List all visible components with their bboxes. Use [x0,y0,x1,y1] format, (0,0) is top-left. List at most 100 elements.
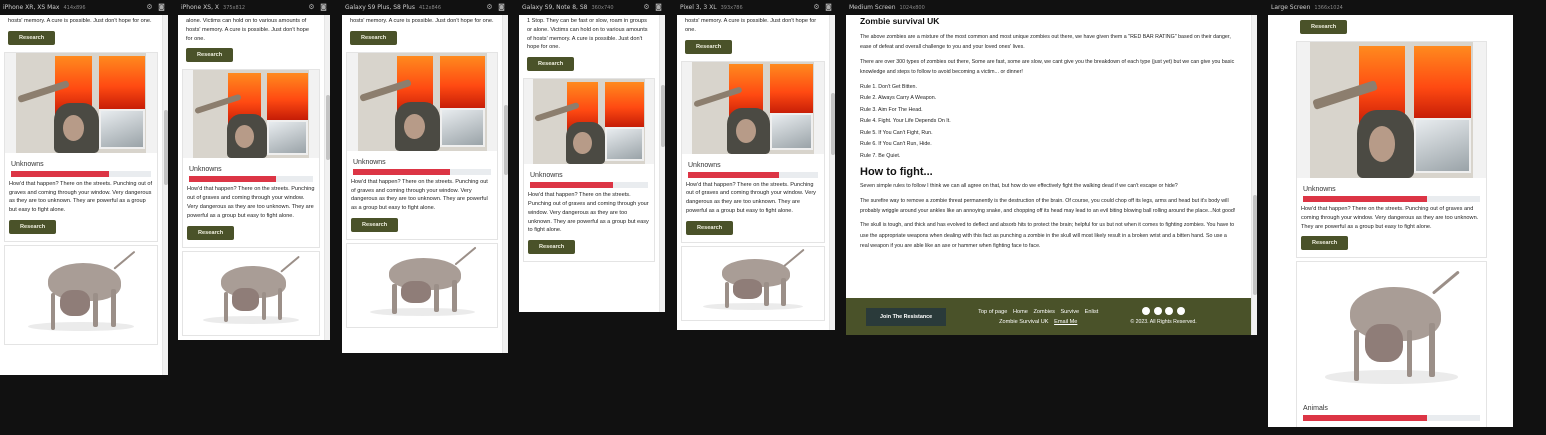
device-label: Large Screen [1271,4,1311,11]
danger-bar [189,176,313,183]
rule-item: Rule 1. Don't Get Bitten. [860,83,917,90]
device-frame-galaxy-s9: Galaxy S9, Note 8, S8 360x740 ⚙ ◙ 1 Stop.… [519,0,665,312]
device-screen: Research Unknowns How'd that happen? The… [1268,15,1513,427]
device-screen: hosts' memory. A cure is possible. Just … [0,15,168,375]
device-frame-medium-screen: Medium Screen 1024x800 Zombie survival U… [846,0,1257,335]
device-dims: 1366x1024 [1314,4,1343,11]
rule-item: Rule 2. Always Carry A Weapon. [860,95,937,102]
danger-bar [688,171,818,178]
zombie-dog-image [347,243,497,324]
screenshot-icon[interactable]: ◙ [320,4,327,11]
device-screen: hosts' memory. A cure is possible. Just … [342,15,508,353]
footer-link[interactable]: Top of page [978,309,1007,315]
device-screen: Zombie survival UK The above zombies are… [846,15,1257,335]
research-button[interactable]: Research [9,219,57,234]
device-dims: 1024x800 [899,4,925,11]
device-label: iPhone XS, X [181,4,220,11]
device-header: Galaxy S9, Note 8, S8 360x740 ⚙ ◙ [519,0,665,15]
card-title: Unknowns [530,172,563,180]
device-dims: 375x812 [223,4,246,11]
zombie-dog-image [1297,262,1486,398]
research-button[interactable]: Research [350,30,398,45]
card-title: Unknowns [189,166,222,174]
device-frame-galaxy-s9-plus: Galaxy S9 Plus, S8 Plus 412x846 ⚙ ◙ hosts… [342,0,508,353]
zombie-blurb: 1 Stop. They can be fast or slow, roam i… [527,18,648,51]
research-button[interactable]: Research [528,240,576,255]
card-title: Unknowns [1303,186,1336,193]
zombie-image [183,70,319,159]
device-label: Galaxy S9 Plus, S8 Plus [345,4,415,11]
site-footer: Join The Resistance Top of page Home Zom… [846,298,1257,335]
zombie-card: Unknowns How'd that happen? There on the… [4,51,158,242]
footer-social: © 2023. All Rights Reserved. [1130,307,1197,327]
footer-link[interactable]: Survive [1060,309,1079,315]
danger-bar-fill [1303,196,1427,202]
rotate-icon[interactable]: ⚙ [643,4,650,11]
rotate-icon[interactable]: ⚙ [813,4,820,11]
danger-bar-fill [530,182,613,189]
linkedin-icon[interactable] [1165,307,1174,316]
danger-bar-fill [353,168,450,175]
screenshot-icon[interactable]: ◙ [158,4,165,11]
device-dims: 412x846 [419,4,442,11]
device-screen: hosts' memory. A cure is possible. Just … [677,15,835,330]
zombie-blurb: alone. Victims can hold on to various am… [186,18,309,42]
device-header: Pixel 3, 3 XL 393x786 ⚙ ◙ [677,0,835,15]
device-header: Galaxy S9 Plus, S8 Plus 412x846 ⚙ ◙ [342,0,508,15]
youtube-icon[interactable] [1176,307,1185,316]
danger-bar-fill [688,171,779,178]
join-resistance-button[interactable]: Join The Resistance [866,307,947,326]
device-label: Galaxy S9, Note 8, S8 [522,4,588,11]
research-button[interactable]: Research [685,39,733,54]
animal-card [681,245,825,321]
device-header: iPhone XS, X 375x812 ⚙ ◙ [178,0,330,15]
research-button[interactable]: Research [186,48,234,63]
research-button[interactable]: Research [527,57,575,72]
fight-paragraph: The surefire way to remove a zombie thre… [860,197,1236,214]
footer-link[interactable]: Home [1013,309,1028,315]
card-title: Animals [1303,405,1328,413]
footer-link[interactable]: Enlist [1085,309,1099,315]
card-title: Unknowns [11,160,44,168]
research-button[interactable]: Research [351,217,399,232]
research-button[interactable]: Research [1301,236,1349,251]
intro-paragraph-2: There are over 300 types of zombies out … [860,58,1235,76]
rules-list: Rule 1. Don't Get Bitten. Rule 2. Always… [860,82,1237,163]
rule-item: Rule 5. If You Can't Fight, Run. [860,129,933,136]
screenshot-icon[interactable]: ◙ [498,4,505,11]
rotate-icon[interactable]: ⚙ [146,4,153,11]
research-button[interactable]: Research [187,225,235,240]
research-button[interactable]: Research [686,220,734,235]
fight-paragraph: The skull is tough, and thick and has ev… [860,222,1235,250]
card-description: How'd that happen? There on the streets.… [9,180,153,214]
snapchat-icon[interactable] [1153,307,1162,316]
danger-bar [353,168,491,175]
rotate-icon[interactable]: ⚙ [486,4,493,11]
rule-item: Rule 7. Be Quiet. [860,152,901,159]
email-link[interactable]: Email Me [1054,319,1077,325]
screenshot-icon[interactable]: ◙ [655,4,662,11]
card-description: How'd that happen? There on the streets.… [528,192,649,234]
animal-card [4,244,158,345]
device-screen: 1 Stop. They can be fast or slow, roam i… [519,15,665,312]
facebook-icon[interactable] [1142,307,1151,316]
fight-heading: How to fight... [860,166,933,179]
zombie-card: Unknowns How'd that happen? There on the… [182,69,320,248]
device-frame-pixel-3: Pixel 3, 3 XL 393x786 ⚙ ◙ hosts' memory. … [677,0,835,330]
research-button[interactable]: Research [1300,20,1348,34]
device-dims: 393x786 [720,4,743,11]
screenshot-icon[interactable]: ◙ [825,4,832,11]
device-label: Medium Screen [849,4,896,11]
research-button[interactable]: Research [8,30,56,45]
fight-paragraph: Seven simple rules to follow I think we … [860,183,1178,190]
zombie-dog-image [183,251,319,332]
footer-brand: Zombie Survival UK [999,318,1049,325]
footer-link[interactable]: Zombies [1033,309,1054,315]
responsive-preview-stage: iPhone XR, XS Max 414x896 ⚙ ◙ hosts' memo… [0,0,1546,435]
danger-bar [1303,415,1480,422]
rotate-icon[interactable]: ⚙ [308,4,315,11]
device-header: Large Screen 1366x1024 [1268,0,1513,15]
device-frame-large-screen: Large Screen 1366x1024 Research Unknowns… [1268,0,1513,427]
device-label: Pixel 3, 3 XL [680,4,717,11]
card-title: Unknowns [353,158,386,166]
